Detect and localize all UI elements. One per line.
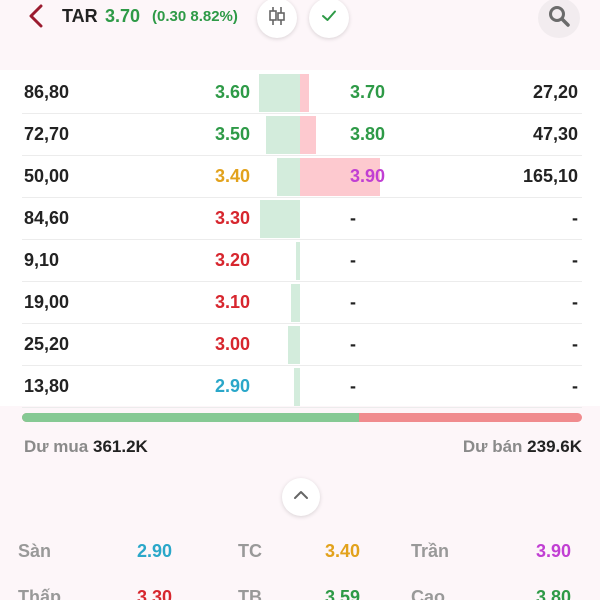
top-bar: TAR 3.70 (0.30 8.82%) <box>0 0 600 40</box>
ask-volume-bar <box>300 116 316 154</box>
floor-value: 2.90 <box>137 541 173 561</box>
orderbook-row[interactable]: 86,80 3.60 3.70 27,20 <box>0 72 600 114</box>
average-label: TB <box>238 587 262 600</box>
orderbook-row[interactable]: 9,10 3.20 - - <box>0 240 600 282</box>
total-buy-label: Dư mua <box>24 437 89 456</box>
chevron-left-icon[interactable] <box>26 4 48 28</box>
ask-price: 3.90 <box>350 166 386 186</box>
orderbook-row[interactable]: 72,70 3.50 3.80 47,30 <box>0 114 600 156</box>
buy-ratio-fill <box>22 413 359 422</box>
bid-volume: 9,10 <box>24 250 60 270</box>
bid-volume: 72,70 <box>24 124 70 144</box>
bid-price: 3.40 <box>214 166 250 186</box>
row-divider <box>22 407 582 408</box>
search-icon <box>547 4 571 33</box>
price-change: (0.30 8.82%) <box>152 8 238 25</box>
bid-volume: 84,60 <box>24 208 70 228</box>
ask-volume: 47,30 <box>532 124 578 144</box>
orderbook-row[interactable]: 25,20 3.00 - - <box>0 324 600 366</box>
orderbook-row[interactable]: 19,00 3.10 - - <box>0 282 600 324</box>
collapse-button[interactable] <box>282 478 320 516</box>
chart-button[interactable] <box>257 0 297 38</box>
reference-label: TC <box>238 541 262 561</box>
bid-price: 3.60 <box>214 82 250 102</box>
ask-price: - <box>350 250 356 270</box>
current-price: 3.70 <box>105 6 141 26</box>
bid-price: 3.00 <box>214 334 250 354</box>
ask-volume-bar <box>300 74 309 112</box>
low-label: Thấp <box>18 587 61 600</box>
high-value: 3.80 <box>536 587 572 600</box>
ask-volume: 165,10 <box>522 166 578 186</box>
confirm-button[interactable] <box>309 0 349 38</box>
bid-price: 2.90 <box>214 376 250 396</box>
bid-volume-bar <box>277 158 300 196</box>
total-buy-value: 361.2K <box>93 437 148 456</box>
buy-sell-ratio-bar <box>22 413 582 422</box>
low-value: 3.30 <box>137 587 173 600</box>
ticker-symbol: TAR <box>62 6 98 26</box>
order-book: 86,80 3.60 3.70 27,20 72,70 3.50 3.80 47,30 50,0… <box>0 70 600 408</box>
bid-volume-bar <box>288 326 300 364</box>
ask-volume: - <box>572 250 578 270</box>
ask-volume: - <box>572 376 578 396</box>
reference-value: 3.40 <box>325 541 361 561</box>
bid-volume: 50,00 <box>24 166 70 186</box>
ask-volume: - <box>572 208 578 228</box>
bid-volume: 86,80 <box>24 82 70 102</box>
ask-price: 3.70 <box>350 82 386 102</box>
orderbook-row[interactable]: 50,00 3.40 3.90 165,10 <box>0 156 600 198</box>
ceiling-value: 3.90 <box>536 541 572 561</box>
bid-volume: 25,20 <box>24 334 70 354</box>
bid-volume-bar <box>294 368 300 406</box>
chevron-up-icon <box>292 488 310 506</box>
ask-price: - <box>350 292 356 312</box>
bid-volume-bar <box>260 200 300 238</box>
bid-volume: 13,80 <box>24 376 70 396</box>
candlestick-icon <box>266 5 288 32</box>
bid-price: 3.50 <box>214 124 250 144</box>
ask-price: - <box>350 334 356 354</box>
ask-price: - <box>350 376 356 396</box>
orderbook-row[interactable]: 84,60 3.30 - - <box>0 198 600 240</box>
bid-volume-bar <box>296 242 300 280</box>
bid-volume-bar <box>259 74 300 112</box>
high-label: Cao <box>411 587 446 600</box>
ask-price: - <box>350 208 356 228</box>
ask-volume: - <box>572 334 578 354</box>
total-sell-label: Dư bán <box>462 437 523 456</box>
search-button[interactable] <box>538 0 580 38</box>
bid-volume-bar <box>291 284 300 322</box>
total-sell-value: 239.6K <box>527 437 582 456</box>
bid-price: 3.30 <box>214 208 250 228</box>
ask-volume: - <box>572 292 578 312</box>
ask-price: 3.80 <box>350 124 386 144</box>
average-value: 3.59 <box>325 587 361 600</box>
total-sell: Dư bán 239.6K <box>463 437 582 457</box>
ceiling-label: Trần <box>411 541 450 561</box>
check-icon <box>320 7 338 30</box>
floor-label: Sàn <box>18 541 52 561</box>
bid-volume: 19,00 <box>24 292 70 312</box>
ask-volume: 27,20 <box>532 82 578 102</box>
bid-volume-bar <box>266 116 300 154</box>
orderbook-row[interactable]: 13,80 2.90 - - <box>0 366 600 408</box>
total-buy: Dư mua 361.2K <box>24 437 148 457</box>
bid-price: 3.20 <box>214 250 250 270</box>
bid-price: 3.10 <box>214 292 250 312</box>
